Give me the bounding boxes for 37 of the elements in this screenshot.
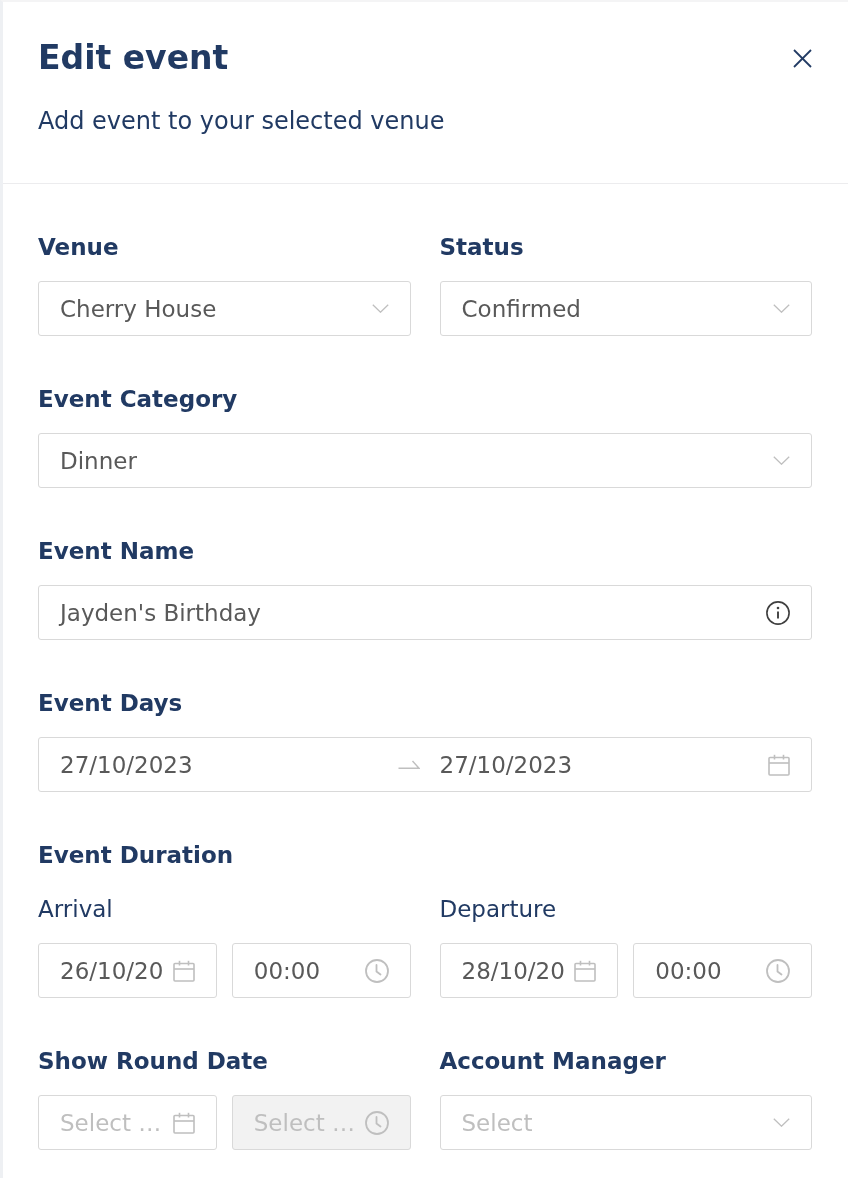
field-label: Event Category <box>38 385 238 414</box>
chevron-down-icon <box>773 456 790 465</box>
field-label: Event Name <box>38 537 194 566</box>
field-label: Status <box>439 233 524 262</box>
info-icon[interactable] <box>766 600 790 625</box>
field-label: Arrival <box>38 895 113 924</box>
end-date-input[interactable]: 27/10/2023 <box>439 751 573 778</box>
category-select[interactable]: Dinner <box>38 433 812 488</box>
chevron-down-icon <box>773 304 790 313</box>
clock-icon <box>364 958 389 983</box>
field-label: Event Days <box>38 689 183 718</box>
date-range-picker[interactable]: 27/10/2023 27/10/2023 <box>38 737 812 792</box>
field-label: Show Round Date <box>38 1047 268 1076</box>
clock-icon <box>766 958 790 983</box>
panel-title: Edit event <box>38 40 229 76</box>
arrival-time-input[interactable]: 00:00 <box>231 943 411 998</box>
start-date-input[interactable]: 27/10/2023 <box>60 751 193 778</box>
field-label: Event Duration <box>38 841 234 870</box>
calendar-icon <box>172 1111 195 1134</box>
clock-icon <box>364 1110 389 1135</box>
arrival-date-input[interactable]: 26/10/20 <box>38 943 217 998</box>
field-label: Venue <box>38 233 119 262</box>
field-label: Account Manager <box>439 1047 666 1076</box>
venue-select[interactable]: Cherry House <box>38 281 411 336</box>
calendar-icon <box>172 959 195 982</box>
departure-date-input[interactable]: 28/10/20 <box>439 943 619 998</box>
chevron-down-icon <box>371 304 389 313</box>
close-icon <box>793 48 812 68</box>
calendar-icon <box>574 959 597 982</box>
calendar-icon <box>768 753 790 776</box>
chevron-down-icon <box>773 1118 790 1127</box>
field-label: Departure <box>439 895 557 924</box>
panel-subtitle: Add event to your selected venue <box>38 106 445 136</box>
event-name-input[interactable]: Jayden's Birthday <box>38 585 812 640</box>
status-select[interactable]: Confirmed <box>439 281 812 336</box>
departure-time-input[interactable]: 00:00 <box>633 943 812 998</box>
close-button[interactable] <box>793 48 812 68</box>
